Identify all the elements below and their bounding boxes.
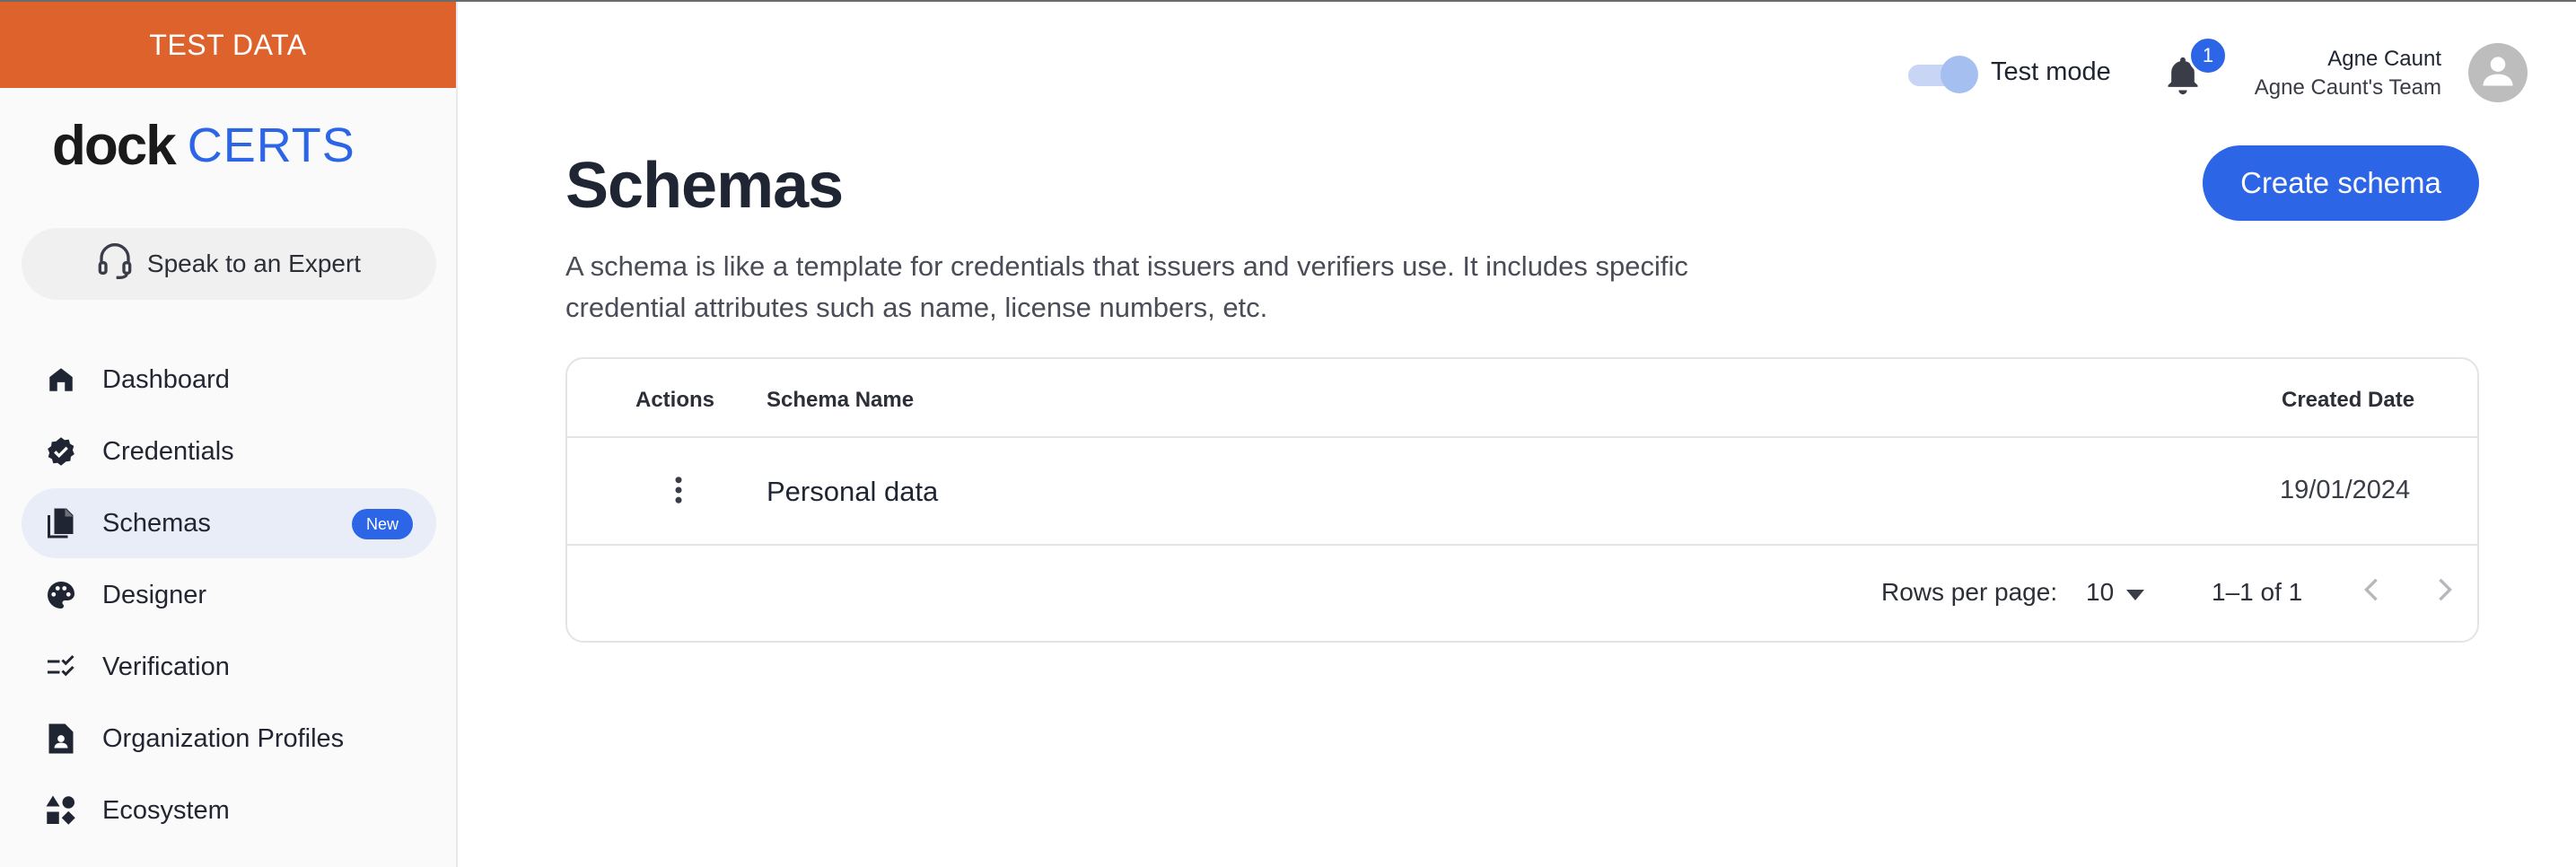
table-row[interactable]: Personal data 19/01/2024 [567, 438, 2477, 546]
rows-per-page-value: 10 [2086, 578, 2115, 606]
sidebar-item-label: Schemas [102, 508, 211, 538]
page-description: A schema is like a template for credenti… [565, 250, 1688, 323]
column-header-schema-name[interactable]: Schema Name [767, 388, 914, 413]
avatar[interactable] [2468, 43, 2528, 102]
logo-certs-text: CERTS [187, 118, 355, 172]
test-mode-toggle[interactable] [1908, 56, 1978, 93]
user-team: Agne Caunt's Team [2254, 75, 2441, 100]
rows-per-page-label: Rows per page: [1881, 578, 2058, 606]
test-data-banner: TEST DATA [0, 2, 456, 88]
toggle-knob [1941, 56, 1978, 93]
verified-badge-icon [43, 434, 79, 469]
user-name: Agne Caunt [2327, 47, 2441, 71]
person-icon [2478, 51, 2518, 95]
documents-icon [43, 505, 79, 541]
created-date-cell: 19/01/2024 [2280, 476, 2411, 504]
next-page-button[interactable] [2425, 573, 2465, 612]
sidebar-item-label: Credentials [102, 436, 234, 466]
notification-count-badge: 1 [2188, 36, 2228, 75]
schemas-table: Actions Schema Name Created Date Persona… [565, 357, 2479, 643]
test-data-banner-text: TEST DATA [149, 28, 307, 61]
pagination-range: 1–1 of 1 [2212, 578, 2303, 606]
sidebar-item-schemas[interactable]: Schemas New [22, 488, 436, 558]
test-mode-label: Test mode [1991, 57, 2111, 86]
sidebar-item-organization-profiles[interactable]: Organization Profiles [22, 704, 436, 774]
column-header-actions: Actions [635, 388, 715, 412]
sidebar-item-dashboard[interactable]: Dashboard [22, 345, 436, 415]
home-icon [43, 362, 79, 398]
caret-down-icon [2126, 578, 2145, 607]
chevron-right-icon [2438, 578, 2452, 608]
rows-per-page-select[interactable]: 10 [2086, 573, 2145, 612]
previous-page-button[interactable] [2352, 573, 2391, 612]
headset-icon [97, 241, 133, 287]
table-header: Actions Schema Name Created Date [567, 359, 2477, 438]
person-document-icon [43, 721, 79, 757]
schema-name-cell[interactable]: Personal data [767, 476, 938, 508]
palette-icon [43, 577, 79, 613]
more-vertical-icon [673, 476, 684, 509]
shapes-icon [43, 793, 79, 828]
new-badge: New [351, 509, 413, 539]
checklist-icon [43, 649, 79, 685]
sidebar-item-label: Designer [102, 580, 207, 609]
sidebar-item-verification[interactable]: Verification [22, 632, 436, 702]
sidebar-item-label: Organization Profiles [102, 723, 345, 753]
sidebar: TEST DATA dock CERTS Speak to an Expert … [0, 2, 458, 867]
chevron-left-icon [2364, 578, 2379, 608]
page-title: Schemas [565, 150, 844, 222]
sidebar-nav: Dashboard Credentials Schemas New Design… [22, 345, 436, 847]
column-header-created-date[interactable]: Created Date [2282, 388, 2414, 413]
bell-icon [2163, 57, 2203, 101]
create-schema-button[interactable]: Create schema [2203, 145, 2479, 221]
speak-to-expert-label: Speak to an Expert [146, 250, 362, 277]
sidebar-item-designer[interactable]: Designer [22, 560, 436, 630]
table-pagination: Rows per page: 10 1–1 of 1 [567, 546, 2477, 641]
speak-to-expert-button[interactable]: Speak to an Expert [22, 228, 436, 300]
sidebar-item-label: Verification [102, 652, 230, 681]
dock-certs-logo[interactable]: dock CERTS [52, 115, 355, 177]
logo-dock-text: dock [52, 114, 177, 177]
row-actions-menu-button[interactable] [657, 470, 700, 513]
sidebar-item-label: Ecosystem [102, 795, 230, 825]
sidebar-item-ecosystem[interactable]: Ecosystem [22, 775, 436, 845]
sidebar-item-credentials[interactable]: Credentials [22, 416, 436, 486]
sidebar-item-label: Dashboard [102, 364, 230, 394]
